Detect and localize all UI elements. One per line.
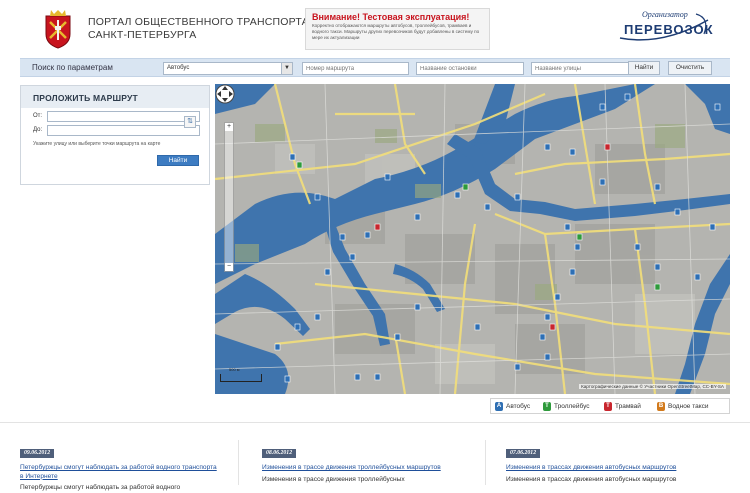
news-title-link[interactable]: Изменения в трассе движения троллейбусны… — [262, 464, 462, 473]
transport-type-select[interactable]: Автобус ▼ — [163, 62, 293, 75]
route-planner-panel: ПРОЛОЖИТЬ МАРШРУТ От: До: Укажите улицу … — [20, 85, 210, 185]
legend-item-bus[interactable]: А Автобус — [495, 402, 530, 411]
spb-crest-icon[interactable] — [40, 8, 76, 50]
search-clear-button[interactable]: Очистить — [668, 61, 712, 75]
transport-type-value: Автобус — [167, 65, 190, 71]
map-pan-control-icon[interactable] — [215, 84, 235, 104]
portal-title-line1: ПОРТАЛ ОБЩЕСТВЕННОГО ТРАНСПОРТА — [88, 16, 309, 28]
news-text: Изменения в трассе движения троллейбусны… — [262, 475, 405, 483]
bus-icon: А — [495, 402, 503, 411]
map-attribution: Картографические данные © Участники Open… — [579, 384, 726, 389]
news-date: 07.06.2012 — [506, 449, 541, 458]
news-item: 07.06.2012 Изменения в трассах движения … — [506, 441, 726, 484]
chevron-down-icon[interactable]: ▼ — [281, 63, 292, 74]
news-divider — [0, 422, 750, 423]
news-item: 08.06.2012 Изменения в трассе движения т… — [262, 441, 462, 484]
news-text: Изменения в трассах движения автобусных … — [506, 475, 677, 483]
tram-icon: Т — [604, 402, 612, 411]
legend-item-water-taxi[interactable]: В Водное такси — [657, 402, 709, 411]
warning-title: Внимание! Тестовая эксплуатация! — [312, 12, 470, 22]
news-title-link[interactable]: Петербуржцы смогут наблюдать за работой … — [20, 464, 220, 481]
search-bar: Поиск по параметрам Автобус ▼ Найти Очис… — [20, 58, 730, 77]
warning-text: Корректно отображаются маршруты автобусо… — [312, 23, 480, 40]
legend-item-tram[interactable]: Т Трамвай — [604, 402, 641, 411]
portal-title-line2: САНКТ-ПЕТЕРБУРГА — [88, 29, 197, 41]
news-date: 09.06.2012 — [20, 449, 55, 458]
news-column-divider — [485, 440, 486, 485]
organizer-logo[interactable]: Организатор ПЕРЕВОЗОК — [612, 10, 713, 44]
news-column-divider — [238, 440, 239, 485]
route-from-label: От: — [33, 113, 43, 119]
zoom-in-icon[interactable]: + — [225, 123, 233, 131]
route-hint: Укажите улицу или выберите точки маршрут… — [33, 141, 161, 147]
water-taxi-icon: В — [657, 402, 665, 411]
city-map[interactable]: + − 500 м Картографические данные © Учас… — [215, 84, 730, 394]
street-name-input[interactable] — [531, 62, 638, 75]
route-find-button[interactable]: Найти — [157, 155, 199, 166]
news-text: Петербуржцы смогут наблюдать за работой … — [20, 484, 181, 491]
portal-title: ПОРТАЛ ОБЩЕСТВЕННОГО ТРАНСПОРТА САНКТ-ПЕ… — [88, 16, 309, 42]
stop-name-input[interactable] — [416, 62, 524, 75]
org-logo-swoosh-icon — [619, 13, 709, 41]
map-tiles[interactable] — [215, 84, 730, 394]
legend-bus-label: Автобус — [506, 403, 531, 410]
route-panel-title: ПРОЛОЖИТЬ МАРШРУТ — [33, 93, 138, 103]
map-scale-bar: 500 м — [220, 367, 262, 382]
route-to-label: До: — [33, 127, 43, 133]
legend-tram-label: Трамвай — [615, 403, 641, 410]
legend-item-trolleybus[interactable]: Т Троллейбус — [543, 402, 590, 411]
zoom-out-icon[interactable]: − — [225, 263, 233, 271]
news-title-link[interactable]: Изменения в трассах движения автобусных … — [506, 464, 726, 473]
transport-legend: А Автобус Т Троллейбус Т Трамвай В Водное та… — [490, 398, 730, 414]
route-number-input[interactable] — [302, 62, 409, 75]
route-to-input[interactable] — [47, 125, 200, 136]
legend-trolleybus-label: Троллейбус — [554, 403, 590, 410]
search-label: Поиск по параметрам — [32, 63, 113, 72]
trolleybus-icon: Т — [543, 402, 551, 411]
news-date: 08.06.2012 — [262, 449, 297, 458]
swap-arrows-icon[interactable]: ⇅ — [184, 116, 196, 128]
test-mode-warning: Внимание! Тестовая эксплуатация! Коррект… — [305, 8, 490, 50]
legend-water-taxi-label: Водное такси — [668, 403, 709, 410]
map-zoom-slider[interactable]: + − — [224, 122, 234, 272]
header: ПОРТАЛ ОБЩЕСТВЕННОГО ТРАНСПОРТА САНКТ-ПЕ… — [0, 0, 750, 56]
route-from-input[interactable] — [47, 111, 200, 122]
map-scale-label: 500 м — [229, 367, 240, 372]
search-find-button[interactable]: Найти — [628, 61, 660, 75]
route-panel-header: ПРОЛОЖИТЬ МАРШРУТ — [21, 86, 209, 108]
